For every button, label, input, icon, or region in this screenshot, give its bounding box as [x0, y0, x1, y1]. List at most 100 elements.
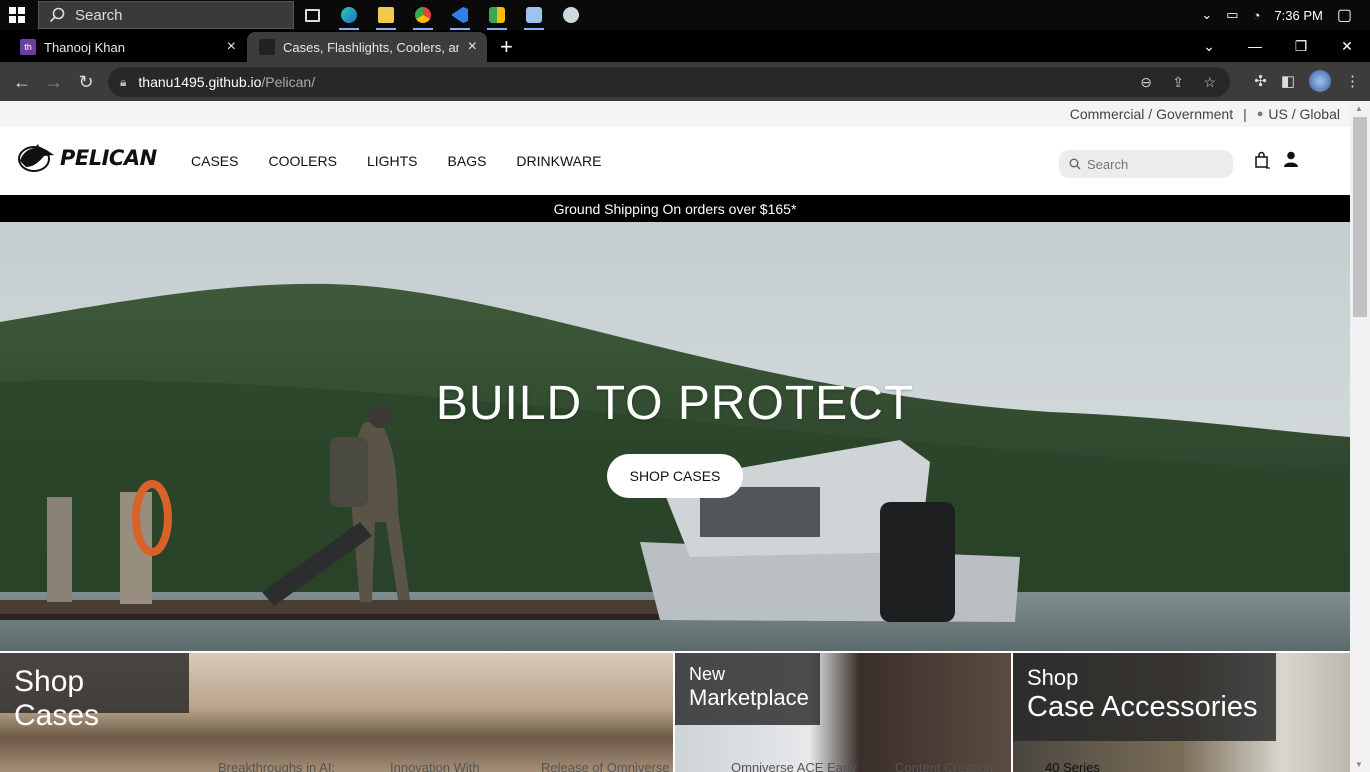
edge-icon[interactable]	[337, 0, 361, 30]
address-bar[interactable]: 🔒︎ thanu1495.github.io/Pelican/ ⊖ ⇪ ☆	[108, 67, 1230, 97]
task-view-icon[interactable]	[300, 0, 324, 30]
notepad-icon[interactable]	[522, 0, 546, 30]
header-icons	[1254, 151, 1298, 169]
close-icon[interactable]: ×	[227, 38, 236, 56]
close-icon[interactable]: ×	[468, 38, 477, 56]
account-icon[interactable]	[1284, 151, 1298, 167]
bookmark-star-icon[interactable]: ☆	[1203, 74, 1216, 91]
taskbar-search[interactable]: Search	[38, 1, 294, 29]
tile-marketplace-line2: Marketplace	[689, 685, 809, 710]
below-fold-item[interactable]: Release of Omniverse	[541, 760, 670, 772]
hero-title: BUILD TO PROTECT	[435, 377, 915, 430]
url-host: thanu1495.github.io	[138, 74, 262, 90]
taskbar-apps	[300, 0, 583, 30]
site-search-placeholder: Search	[1087, 156, 1129, 172]
commercial-link[interactable]: Commercial / Government	[1070, 106, 1233, 122]
tile-accessories-line2: Case Accessories	[1027, 691, 1258, 723]
file-explorer-icon[interactable]	[374, 0, 398, 30]
tile-marketplace-line1: New	[689, 664, 726, 684]
tile-shop-cases-label: Shop Cases	[0, 653, 189, 732]
below-fold-item[interactable]: Omniverse ACE Early	[731, 760, 857, 772]
below-fold-row: Breakthroughs in AI: Innovation With Rel…	[0, 760, 1350, 772]
meet-icon[interactable]	[485, 0, 509, 30]
system-tray: ⌄ ▭ ◔ 7:36 PM ▢	[1201, 0, 1370, 30]
tab-pelican[interactable]: Cases, Flashlights, Coolers, and Tr ×	[247, 32, 487, 62]
region-selector[interactable]: ● US / Global	[1257, 106, 1340, 122]
below-fold-item[interactable]: Innovation With	[390, 760, 480, 772]
tab-thanooj-khan[interactable]: th Thanooj Khan ×	[8, 32, 246, 62]
extensions-icon[interactable]: ✣	[1254, 72, 1267, 90]
nav-item-cases[interactable]: CASES	[191, 153, 238, 169]
globe-icon: ●	[1256, 108, 1264, 120]
utility-separator: |	[1243, 106, 1247, 122]
search-icon	[49, 7, 65, 23]
main-nav: CASES COOLERS LIGHTS BAGS DRINKWARE	[191, 153, 601, 169]
region-label: US / Global	[1268, 106, 1340, 122]
tab-favicon: th	[20, 39, 36, 55]
notification-icon[interactable]: ▢	[1337, 5, 1352, 25]
tile-case-accessories[interactable]: Shop Case Accessories	[1013, 653, 1350, 772]
below-fold-item[interactable]: Breakthroughs in AI:	[218, 760, 335, 772]
nav-item-coolers[interactable]: COOLERS	[268, 153, 336, 169]
toolbar-actions: ✣ ◧ ⋮	[1254, 70, 1360, 92]
menu-icon[interactable]: ⋮	[1345, 72, 1360, 90]
zoom-icon[interactable]: ⊖	[1140, 74, 1152, 91]
pelican-bird-icon	[18, 144, 54, 172]
new-tab-icon[interactable]: +	[500, 34, 513, 60]
vscode-icon[interactable]	[448, 0, 472, 30]
battery-icon[interactable]: ▭	[1226, 7, 1238, 23]
windows-start-icon[interactable]	[9, 7, 25, 23]
browser-toolbar: ← → ↻ 🔒︎ thanu1495.github.io/Pelican/ ⊖ …	[0, 62, 1370, 102]
forward-icon[interactable]: →	[42, 70, 66, 94]
nav-item-drinkware[interactable]: DRINKWARE	[516, 153, 601, 169]
chevron-up-icon[interactable]: ⌄	[1201, 7, 1212, 23]
below-fold-item[interactable]: Content Creation	[895, 760, 993, 772]
restore-icon[interactable]: ❐	[1278, 30, 1324, 62]
close-window-icon[interactable]: ✕	[1324, 30, 1370, 62]
scroll-up-icon[interactable]: ▲	[1355, 104, 1363, 113]
search-icon	[1069, 158, 1081, 170]
minimize-icon[interactable]: —	[1232, 30, 1278, 62]
scrollbar-thumb[interactable]	[1353, 117, 1367, 317]
below-fold-item[interactable]: 40 Series	[1045, 760, 1100, 772]
app-icon[interactable]	[559, 0, 583, 30]
brand-name: PELICAN	[60, 146, 157, 170]
site-header: PELICAN CASES COOLERS LIGHTS BAGS DRINKW…	[0, 127, 1350, 195]
site-search-input[interactable]: Search	[1059, 150, 1233, 178]
profile-avatar[interactable]	[1309, 70, 1331, 92]
nav-item-bags[interactable]: BAGS	[448, 153, 487, 169]
pelican-logo[interactable]: PELICAN	[14, 141, 157, 175]
promo-text: Ground Shipping On orders over $165*	[553, 200, 797, 217]
nav-item-lights[interactable]: LIGHTS	[367, 153, 418, 169]
browser-tab-strip: th Thanooj Khan × Cases, Flashlights, Co…	[0, 30, 1370, 62]
tile-new-marketplace[interactable]: New Marketplace	[675, 653, 1011, 772]
scroll-down-icon[interactable]: ▼	[1355, 760, 1363, 769]
tile-accessories-line1: Shop	[1027, 665, 1079, 690]
tile-marketplace-label: New Marketplace	[675, 653, 820, 725]
taskbar-clock[interactable]: 7:36 PM	[1274, 8, 1322, 23]
taskbar-search-placeholder: Search	[75, 6, 123, 24]
page-scrollbar[interactable]: ▲ ▼	[1350, 101, 1370, 772]
reload-icon[interactable]: ↻	[74, 70, 98, 94]
category-tiles: Shop Cases New Marketplace Shop Case Acc…	[0, 651, 1350, 772]
url-path: /Pelican/	[261, 74, 316, 90]
hero-image	[0, 222, 1350, 651]
side-panel-icon[interactable]: ◧	[1281, 72, 1295, 90]
web-page: Commercial / Government | ● US / Global …	[0, 101, 1350, 772]
windows-taskbar: Search ⌄ ▭ ◔ 7:36 PM ▢	[0, 0, 1370, 30]
shopping-bag-icon[interactable]	[1254, 151, 1270, 169]
wifi-icon[interactable]: ◔	[1253, 8, 1261, 23]
back-icon[interactable]: ←	[10, 70, 34, 94]
window-controls: ⌄ — ❐ ✕	[1186, 30, 1370, 62]
share-icon[interactable]: ⇪	[1172, 74, 1184, 91]
chrome-icon[interactable]	[411, 0, 435, 30]
shop-cases-button[interactable]: SHOP CASES	[607, 454, 743, 498]
tab-title: Cases, Flashlights, Coolers, and Tr	[283, 39, 459, 55]
utility-bar: Commercial / Government | ● US / Global	[0, 101, 1350, 127]
hero-banner: BUILD TO PROTECT SHOP CASES	[0, 222, 1350, 651]
tile-shop-cases[interactable]: Shop Cases	[0, 653, 673, 772]
pelican-favicon-icon	[259, 39, 275, 55]
tab-search-icon[interactable]: ⌄	[1186, 30, 1232, 62]
lock-icon[interactable]: 🔒︎	[120, 75, 126, 90]
shipping-promo-banner[interactable]: Ground Shipping On orders over $165*	[0, 195, 1350, 222]
